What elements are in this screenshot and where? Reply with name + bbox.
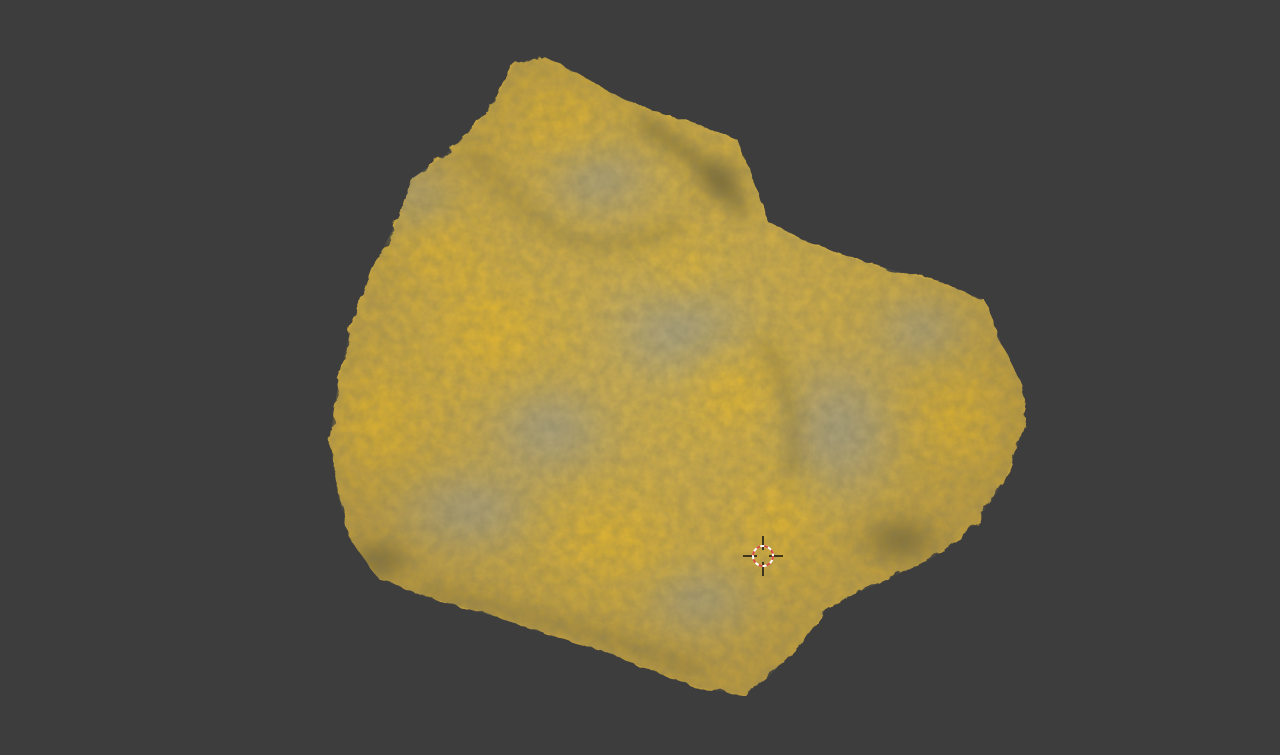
3d-viewport[interactable] <box>0 0 1280 755</box>
rock-surface-grain <box>330 57 1025 695</box>
rock-mesh[interactable] <box>300 40 1040 720</box>
viewport-canvas[interactable] <box>0 0 1280 755</box>
